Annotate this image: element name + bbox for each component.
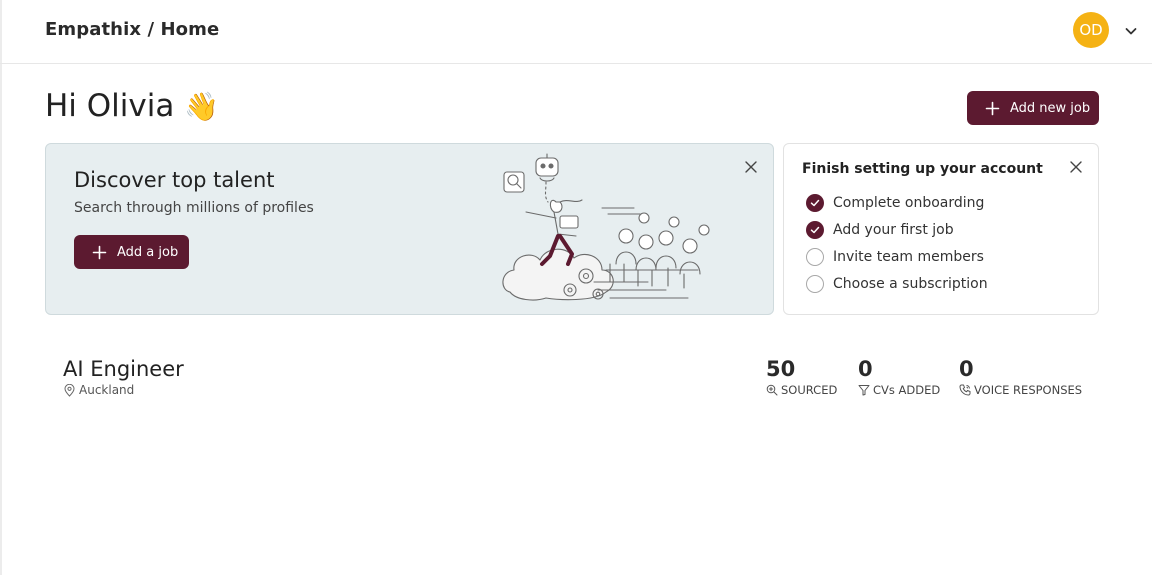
- stat-label-text: CVs ADDED: [873, 383, 941, 397]
- add-a-job-label: Add a job: [117, 244, 179, 260]
- checklist-item-first-job[interactable]: Add your first job: [806, 216, 988, 243]
- stat-label-text: SOURCED: [781, 383, 838, 397]
- greeting-text: Hi Olivia: [45, 88, 175, 124]
- add-new-job-button[interactable]: Add new job: [967, 91, 1099, 125]
- greeting-heading: Hi Olivia 👋: [45, 88, 219, 124]
- checklist-item-label: Complete onboarding: [833, 194, 985, 211]
- empty-circle-icon: [806, 274, 824, 293]
- stat-cvs-added[interactable]: 0 CVs ADDED: [858, 357, 940, 397]
- setup-checklist: Complete onboarding Add your first job I…: [806, 189, 988, 297]
- setup-title: Finish setting up your account: [802, 161, 1043, 177]
- checklist-item-label: Invite team members: [833, 248, 984, 265]
- waving-hand-icon: 👋: [184, 89, 220, 123]
- top-bar: Empathix / Home OD: [0, 0, 1152, 64]
- banner-subtitle: Search through millions of profiles: [74, 200, 314, 216]
- phone-icon: [959, 384, 971, 396]
- plus-icon: [92, 245, 107, 259]
- talent-search-illustration: [502, 153, 710, 301]
- job-location: Auckland: [64, 383, 134, 397]
- account-setup-card: Finish setting up your account Complete …: [783, 143, 1099, 315]
- add-a-job-button[interactable]: Add a job: [74, 235, 189, 269]
- banner-title: Discover top talent: [74, 168, 275, 192]
- discover-talent-banner: Discover top talent Search through milli…: [45, 143, 774, 315]
- stat-label: SOURCED: [766, 383, 837, 397]
- job-location-text: Auckland: [79, 383, 135, 397]
- stat-value: 0: [959, 357, 974, 381]
- check-circle-icon: [806, 220, 824, 239]
- checklist-item-invite-team[interactable]: Invite team members: [806, 243, 988, 270]
- stat-label: VOICE RESPONSES: [959, 383, 1082, 397]
- checklist-item-subscription[interactable]: Choose a subscription: [806, 270, 988, 297]
- location-pin-icon: [64, 383, 75, 397]
- check-circle-icon: [806, 193, 824, 212]
- left-border: [0, 0, 2, 575]
- checklist-item-label: Add your first job: [833, 221, 954, 238]
- checklist-item-onboarding[interactable]: Complete onboarding: [806, 189, 988, 216]
- empty-circle-icon: [806, 247, 824, 266]
- plus-icon: [985, 101, 1000, 115]
- chevron-down-icon[interactable]: [1123, 23, 1139, 39]
- add-new-job-label: Add new job: [1010, 100, 1091, 116]
- checklist-item-label: Choose a subscription: [833, 275, 988, 292]
- job-title[interactable]: AI Engineer: [63, 357, 184, 381]
- stat-sourced[interactable]: 50 SOURCED: [766, 357, 837, 397]
- stat-label: CVs ADDED: [858, 383, 940, 397]
- breadcrumb: Empathix / Home: [45, 19, 220, 40]
- avatar[interactable]: OD: [1073, 12, 1109, 48]
- search-zoom-icon: [766, 384, 778, 396]
- stat-voice-responses[interactable]: 0 VOICE RESPONSES: [959, 357, 1082, 397]
- stat-label-text: VOICE RESPONSES: [974, 383, 1083, 397]
- filter-icon: [858, 385, 870, 396]
- stat-value: 50: [766, 357, 796, 381]
- close-icon[interactable]: [744, 160, 758, 174]
- stat-value: 0: [858, 357, 873, 381]
- close-icon[interactable]: [1069, 160, 1083, 174]
